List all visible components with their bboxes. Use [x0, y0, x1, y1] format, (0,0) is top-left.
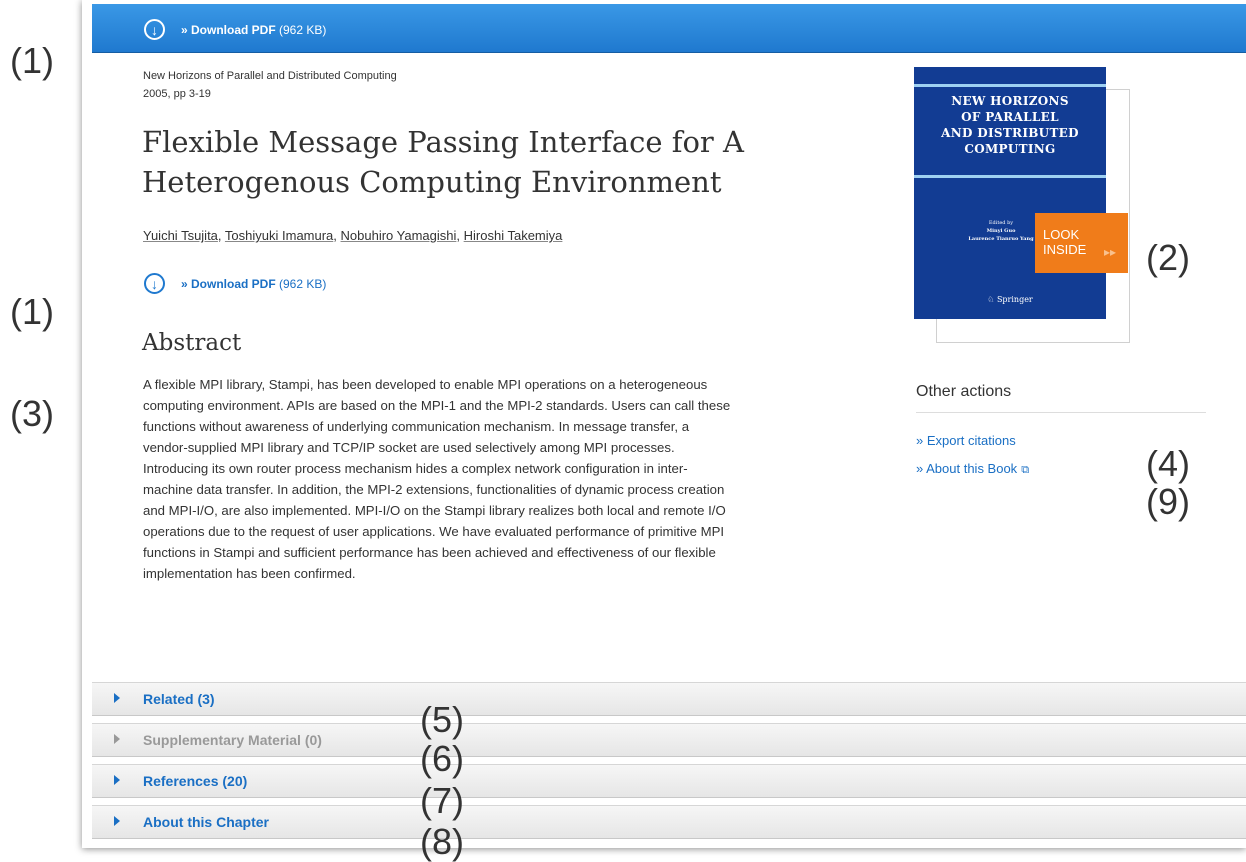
accordion-label: Related (3): [143, 691, 215, 707]
abstract-line: operations due to the request of user ap…: [143, 524, 725, 539]
chapter-title-line-2: Heterogenous Computing Environment: [142, 165, 722, 199]
external-link-icon: ⧉: [1021, 464, 1030, 476]
author-link[interactable]: Toshiyuki Imamura: [225, 228, 333, 243]
download-pdf-link-inline[interactable]: » Download PDF (962 KB): [181, 277, 326, 291]
abstract-text: A flexible MPI library, Stampi, has been…: [143, 374, 853, 584]
book-title[interactable]: New Horizons of Parallel and Distributed…: [143, 70, 397, 82]
divider: [916, 412, 1206, 413]
look-inside-button[interactable]: LOOK INSIDE ▸▸: [1035, 213, 1128, 273]
cover-publisher-name: Springer: [996, 295, 1033, 304]
callout-2: (2): [1146, 237, 1190, 278]
download-pdf-link-top[interactable]: » Download PDF (962 KB): [181, 23, 326, 37]
callout-6: (6): [420, 738, 464, 779]
callout-5: (5): [420, 699, 464, 740]
accordion-references[interactable]: References (20): [92, 764, 1246, 798]
arrow-icon: ▸▸: [1103, 245, 1116, 259]
cover-editors: Edited by Minyi Guo Laurence Tianruo Yan…: [956, 219, 1046, 243]
download-pdf-size: (962 KB): [279, 277, 327, 291]
download-pdf-size: (962 KB): [279, 23, 327, 37]
accordion-supplementary-material: Supplementary Material (0): [92, 723, 1246, 757]
callout-9: (9): [1146, 481, 1190, 522]
book-cover-front: NEW HORIZONS OF PARALLEL AND DISTRIBUTED…: [914, 67, 1106, 319]
author-link[interactable]: Yuichi Tsujita: [143, 228, 218, 243]
cover-title: NEW HORIZONS OF PARALLEL AND DISTRIBUTED…: [914, 93, 1106, 157]
cover-title-line: OF PARALLEL: [961, 110, 1059, 124]
accordion-label: References (20): [143, 773, 248, 789]
abstract-line: functions in Stampi and sufficient perfo…: [143, 545, 716, 560]
cover-editor: Laurence Tianruo Yang: [968, 236, 1034, 242]
author-list: Yuichi Tsujita, Toshiyuki Imamura, Nobuh…: [143, 228, 563, 243]
cover-title-line: NEW HORIZONS: [951, 94, 1069, 108]
callout-4: (4): [1146, 443, 1190, 484]
springer-horse-icon: ♘: [987, 295, 995, 304]
download-circle-icon[interactable]: ↓: [144, 273, 165, 294]
triangle-right-icon: [114, 816, 120, 826]
triangle-right-icon: [114, 734, 120, 744]
other-actions-heading: Other actions: [916, 383, 1012, 400]
year-pages: 2005, pp 3-19: [143, 88, 211, 100]
callout-7: (7): [420, 780, 464, 821]
download-pdf-label: » Download PDF: [181, 277, 276, 291]
about-this-book-link[interactable]: » About this Book ⧉: [916, 461, 1029, 477]
callout-1-top: (1): [10, 40, 54, 81]
cover-editor: Minyi Guo: [986, 228, 1016, 234]
accordion-related[interactable]: Related (3): [92, 682, 1246, 716]
export-citations-link[interactable]: » Export citations: [916, 433, 1016, 448]
callout-1-middle: (1): [10, 291, 54, 332]
cover-edited-by: Edited by: [988, 220, 1014, 226]
cover-publisher: ♘ Springer: [914, 295, 1106, 304]
author-link[interactable]: Hiroshi Takemiya: [464, 228, 563, 243]
abstract-heading: Abstract: [142, 330, 242, 356]
accordion-about-this-chapter[interactable]: About this Chapter: [92, 805, 1246, 839]
accordion-label: About this Chapter: [143, 814, 269, 830]
abstract-line: functions without awareness of underlyin…: [143, 419, 690, 434]
cover-title-line: COMPUTING: [964, 142, 1056, 156]
chapter-title: Flexible Message Passing Interface for A…: [142, 122, 842, 202]
callout-8: (8): [420, 821, 464, 862]
triangle-right-icon: [114, 775, 120, 785]
abstract-line: A flexible MPI library, Stampi, has been…: [143, 377, 708, 392]
accordion-label: Supplementary Material (0): [143, 732, 322, 748]
download-pdf-label: » Download PDF: [181, 23, 276, 37]
abstract-line: computing environment. APIs are based on…: [143, 398, 731, 413]
abstract-line: vendor-supplied MPI library and TCP/IP s…: [143, 440, 675, 455]
abstract-line: implementation has been confirmed.: [143, 566, 356, 581]
top-download-bar: ↓ » Download PDF (962 KB): [92, 4, 1246, 53]
about-this-book-label: » About this Book: [916, 461, 1018, 476]
look-inside-label-1: LOOK: [1043, 227, 1080, 242]
chapter-title-line-1: Flexible Message Passing Interface for A: [142, 125, 744, 159]
callout-3: (3): [10, 393, 54, 434]
triangle-right-icon: [114, 693, 120, 703]
cover-title-line: AND DISTRIBUTED: [941, 126, 1079, 140]
cover-stripe: [914, 175, 1106, 178]
abstract-line: Introducing its own router process mecha…: [143, 461, 688, 476]
abstract-line: machine data transfer. In addition, the …: [143, 482, 725, 497]
cover-stripe: [914, 84, 1106, 87]
download-circle-icon[interactable]: ↓: [144, 19, 165, 40]
book-cover[interactable]: NEW HORIZONS OF PARALLEL AND DISTRIBUTED…: [914, 67, 1134, 343]
author-link[interactable]: Nobuhiro Yamagishi: [341, 228, 457, 243]
abstract-line: and MPI-I/O, are also implemented. MPI-I…: [143, 503, 726, 518]
